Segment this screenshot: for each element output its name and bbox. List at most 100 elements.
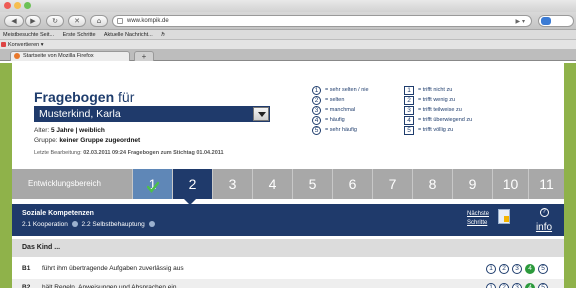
- answer-option-1[interactable]: 1: [486, 283, 496, 288]
- answer-option-3[interactable]: 3: [512, 283, 522, 288]
- checkmark-icon: [147, 181, 159, 193]
- answer-option-5[interactable]: 5: [538, 264, 548, 274]
- step-number: 9: [468, 176, 477, 192]
- step-8[interactable]: 8: [412, 169, 452, 199]
- firefox-icon: [14, 53, 20, 59]
- home-button[interactable]: ⌂: [90, 15, 108, 27]
- forward-button[interactable]: ▶: [25, 15, 41, 27]
- answer-option-2[interactable]: 2: [499, 283, 509, 288]
- answer-option-5[interactable]: 5: [538, 283, 548, 288]
- chevron-down-icon[interactable]: ▾: [41, 42, 44, 48]
- step-1[interactable]: 1: [132, 169, 172, 199]
- legend-number: 3: [404, 105, 414, 115]
- reload-button[interactable]: ↻: [46, 15, 64, 27]
- step-6[interactable]: 6: [332, 169, 372, 199]
- status-dot-icon: [148, 221, 155, 228]
- step-4[interactable]: 4: [252, 169, 292, 199]
- subarea-2[interactable]: 2.2 Selbstbehauptung: [82, 221, 145, 228]
- step-number: 5: [308, 176, 317, 192]
- info-label: info: [535, 222, 553, 233]
- step-number: 4: [268, 176, 277, 192]
- child-select-value: Musterkind, Karla: [39, 108, 121, 120]
- next-steps-link[interactable]: Nächste Schritte: [467, 210, 489, 228]
- step-number: 8: [428, 176, 437, 192]
- legend-number: 2: [312, 95, 321, 105]
- answer-option-1[interactable]: 1: [486, 264, 496, 274]
- convert-button[interactable]: Konvertieren: [8, 42, 39, 48]
- next-steps-line2: Schritte: [467, 220, 488, 226]
- step-number: 10: [502, 176, 519, 192]
- legend-row: 5 = sehr häufig: [312, 125, 369, 135]
- bookmarks-bar: Meistbesuchte Seit... Erste Schritte Akt…: [0, 30, 576, 40]
- last-edit-label: Letzte Bearbeitung:: [34, 150, 82, 156]
- bookmark-item[interactable]: Meistbesuchte Seit...: [3, 32, 54, 38]
- step-number: 11: [539, 176, 554, 192]
- step-number: 7: [388, 176, 397, 192]
- frame-right: [564, 63, 576, 288]
- answer-options: 1 2 3 4 5: [486, 264, 548, 274]
- answer-option-2[interactable]: 2: [499, 264, 509, 274]
- question-text: führt ihm übertragende Aufgaben zuverläs…: [42, 265, 184, 272]
- legend-frequency: 1 = sehr selten / nie 2 = selten 3 = manchm…: [312, 85, 369, 135]
- step-7[interactable]: 7: [372, 169, 412, 199]
- browser-tab[interactable]: Startseite von Mozilla Firefox: [10, 51, 130, 61]
- legend-row: 1 = trifft nicht zu: [404, 85, 472, 95]
- legend-row: 4 = trifft überwiegend zu: [404, 115, 472, 125]
- title-suffix: für: [118, 89, 135, 105]
- legend-number: 4: [312, 115, 321, 125]
- url-text: www.kompik.de: [127, 18, 169, 24]
- development-area-stepbar: Entwicklungsbereich 1 2 3 4 5 6 7 8 9 10…: [12, 169, 564, 199]
- answer-options: 1 2 3 4 5: [486, 283, 548, 288]
- legend-label: = trifft nicht zu: [418, 87, 453, 93]
- section-subtitle: 2.1 Kooperation 2.2 Selbstbehauptung: [22, 221, 157, 228]
- legend-number: 3: [312, 105, 321, 115]
- legend-label: = häufig: [325, 117, 345, 123]
- search-box[interactable]: [538, 15, 574, 27]
- close-window-button[interactable]: [4, 2, 11, 9]
- legend-row: 1 = sehr selten / nie: [312, 85, 369, 95]
- answer-option-3[interactable]: 3: [512, 264, 522, 274]
- subarea-1[interactable]: 2.1 Kooperation: [22, 221, 68, 228]
- step-5[interactable]: 5: [292, 169, 332, 199]
- bookmark-item[interactable]: Aktuelle Nachricht...: [104, 32, 153, 38]
- new-tab-button[interactable]: +: [134, 51, 154, 61]
- notepad-icon[interactable]: [498, 209, 510, 224]
- stop-button[interactable]: ✕: [68, 15, 86, 27]
- step-number: 3: [228, 176, 237, 192]
- url-bar[interactable]: www.kompik.de ▶ ▾: [112, 15, 532, 27]
- legend-label: = sehr häufig: [325, 127, 357, 133]
- answer-option-4[interactable]: 4: [525, 264, 535, 274]
- group-label: Gruppe:: [34, 137, 58, 144]
- minimize-window-button[interactable]: [14, 2, 21, 9]
- info-link[interactable]: ? info: [532, 208, 556, 235]
- chevron-down-icon[interactable]: [253, 107, 269, 121]
- child-select[interactable]: Musterkind, Karla: [34, 106, 270, 122]
- legend-row: 3 = trifft teilweise zu: [404, 105, 472, 115]
- go-arrow-icon[interactable]: ▶ ▾: [515, 17, 525, 27]
- section-header: Soziale Kompetenzen 2.1 Kooperation 2.2 …: [12, 204, 564, 236]
- stepbar-label: Entwicklungsbereich: [28, 179, 101, 188]
- step-11[interactable]: 11: [528, 169, 564, 199]
- zoom-window-button[interactable]: [24, 2, 31, 9]
- last-edit-line: Letzte Bearbeitung: 02.03.2011 09:24 Fra…: [34, 150, 224, 156]
- status-dot-icon: [71, 221, 78, 228]
- legend-number: 5: [404, 125, 414, 135]
- legend-label: = trifft völlig zu: [418, 127, 454, 133]
- legend-row: 2 = trifft wenig zu: [404, 95, 472, 105]
- step-10[interactable]: 10: [492, 169, 528, 199]
- legend-label: = selten: [325, 97, 345, 103]
- answer-option-4[interactable]: 4: [525, 283, 535, 288]
- legend-label: = manchmal: [325, 107, 356, 113]
- rss-icon[interactable]: ℏ: [161, 32, 165, 38]
- step-2[interactable]: 2: [172, 169, 212, 199]
- bookmark-item[interactable]: Erste Schritte: [63, 32, 96, 38]
- step-3[interactable]: 3: [212, 169, 252, 199]
- page: Fragebogen für Musterkind, Karla Alter: …: [0, 63, 576, 288]
- back-button[interactable]: ◀: [4, 15, 24, 27]
- page-title: Fragebogen für: [34, 89, 134, 105]
- step-number: 6: [348, 176, 357, 192]
- step-number: 2: [188, 176, 197, 192]
- legend-label: = trifft teilweise zu: [418, 107, 462, 113]
- step-9[interactable]: 9: [452, 169, 492, 199]
- stichtag-text: Fragebogen zum Stichtag 01.04.2011: [127, 150, 224, 156]
